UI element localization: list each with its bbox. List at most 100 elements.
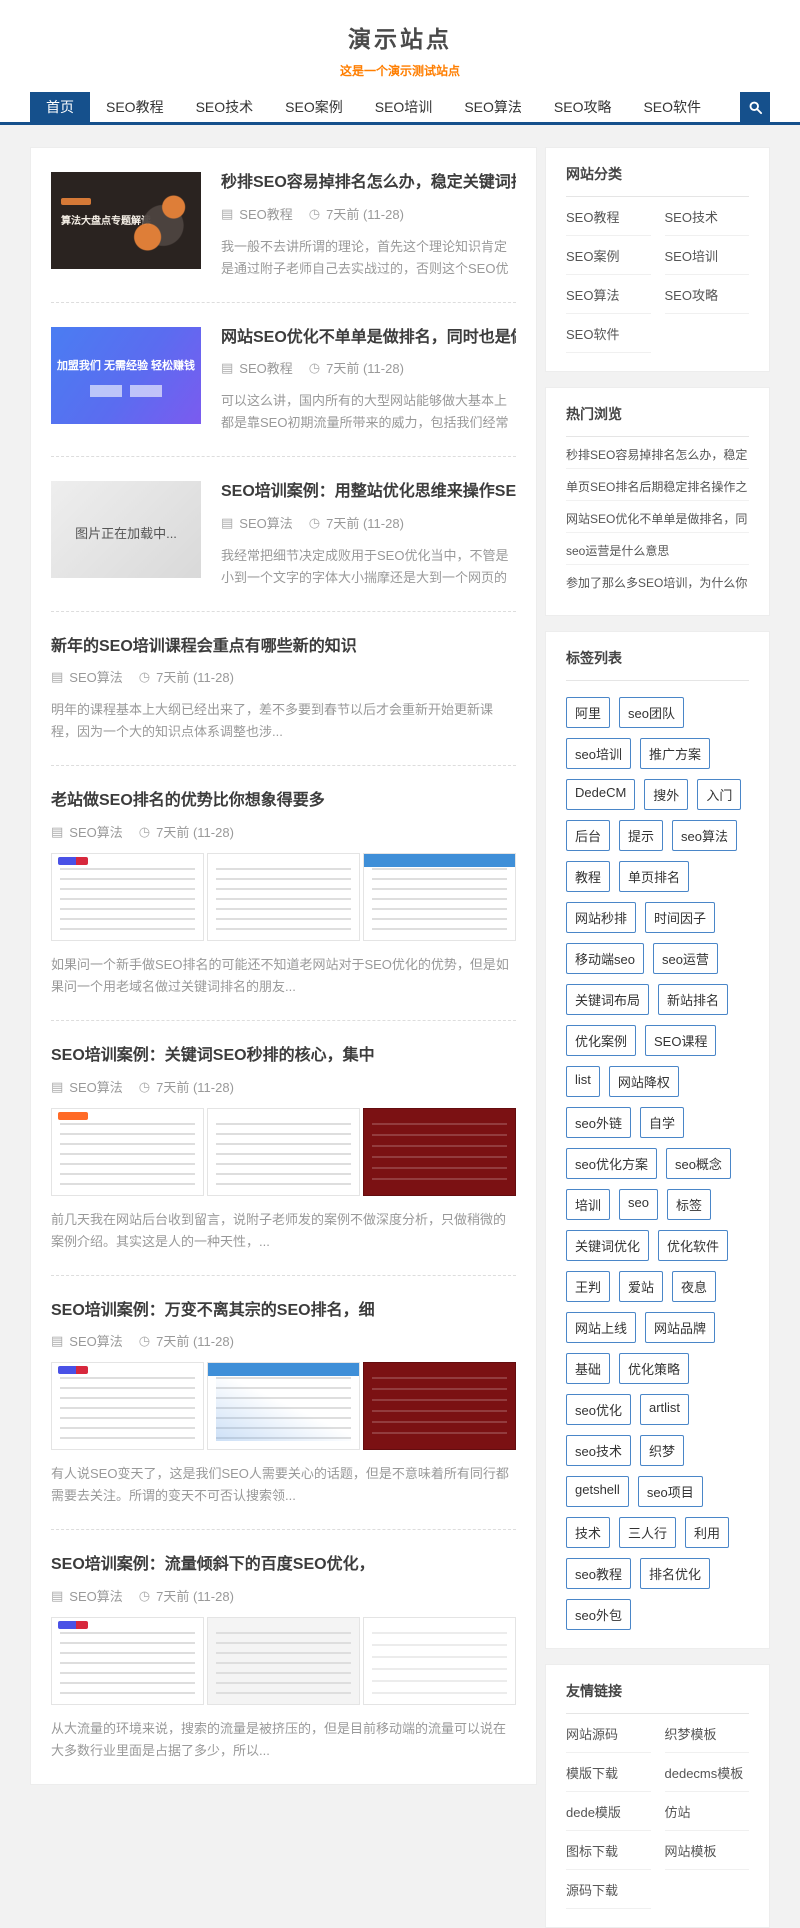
tag-link[interactable]: 单页排名 (619, 861, 689, 892)
category-link[interactable]: SEO算法 (566, 275, 651, 314)
search-button[interactable] (740, 92, 770, 122)
friend-link[interactable]: 网站源码 (566, 1714, 651, 1753)
friend-link[interactable]: dede模版 (566, 1792, 651, 1831)
tag-link[interactable]: seo外链 (566, 1107, 631, 1138)
tag-link[interactable]: seo优化方案 (566, 1148, 657, 1179)
tag-link[interactable]: 基础 (566, 1353, 610, 1384)
category-link[interactable]: SEO案例 (566, 236, 651, 275)
tag-link[interactable]: artlist (640, 1394, 689, 1425)
tag-link[interactable]: 阿里 (566, 697, 610, 728)
category-link[interactable]: SEO软件 (566, 314, 651, 353)
category-link[interactable]: SEO培训 (665, 236, 750, 275)
tag-link[interactable]: 爱站 (619, 1271, 663, 1302)
tag-link[interactable]: seo教程 (566, 1558, 631, 1589)
article-thumbnail[interactable]: 算法大盘点专题解读 (51, 172, 201, 269)
tag-link[interactable]: 夜息 (672, 1271, 716, 1302)
tag-link[interactable]: 关键词优化 (566, 1230, 649, 1261)
tag-link[interactable]: 优化案例 (566, 1025, 636, 1056)
nav-item[interactable]: SEO教程 (90, 92, 180, 122)
tag-link[interactable]: 关键词布局 (566, 984, 649, 1015)
article-category-link[interactable]: SEO算法 (69, 1331, 122, 1350)
tag-link[interactable]: 标签 (667, 1189, 711, 1220)
tag-link[interactable]: 优化软件 (658, 1230, 728, 1261)
nav-item[interactable]: 首页 (30, 92, 90, 122)
article-category-link[interactable]: SEO算法 (69, 822, 122, 841)
tag-link[interactable]: 提示 (619, 820, 663, 851)
article-category-link[interactable]: SEO算法 (239, 513, 292, 532)
nav-item[interactable]: SEO案例 (269, 92, 359, 122)
tag-link[interactable]: 新站排名 (658, 984, 728, 1015)
article-title[interactable]: SEO培训案例：关键词SEO秒排的核心，集中 (51, 1045, 516, 1067)
tag-link[interactable]: seo概念 (666, 1148, 731, 1179)
category-link[interactable]: SEO教程 (566, 197, 651, 236)
tag-link[interactable]: 王判 (566, 1271, 610, 1302)
tag-link[interactable]: 自学 (640, 1107, 684, 1138)
tag-link[interactable]: 利用 (685, 1517, 729, 1548)
tag-link[interactable]: seo培训 (566, 738, 631, 769)
article-title[interactable]: 网站SEO优化不单单是做排名，同时也是做 (221, 327, 516, 349)
tag-link[interactable]: 排名优化 (640, 1558, 710, 1589)
friend-link[interactable]: dedecms模板 (665, 1753, 750, 1792)
friend-link[interactable]: 仿站 (665, 1792, 750, 1831)
friend-link[interactable]: 源码下载 (566, 1870, 651, 1909)
site-title[interactable]: 演示站点 (0, 20, 800, 54)
tag-link[interactable]: SEO课程 (645, 1025, 716, 1056)
nav-item[interactable]: SEO软件 (627, 92, 717, 122)
nav-item[interactable]: SEO培训 (359, 92, 449, 122)
hot-article-link[interactable]: 单页SEO排名后期稳定排名操作之长 (566, 469, 749, 501)
hot-article-link[interactable]: 秒排SEO容易掉排名怎么办，稳定关 (566, 437, 749, 469)
tag-link[interactable]: 织梦 (640, 1435, 684, 1466)
nav-item[interactable]: SEO算法 (448, 92, 538, 122)
friend-link[interactable]: 网站模板 (665, 1831, 750, 1870)
tag-link[interactable]: 三人行 (619, 1517, 676, 1548)
article-title[interactable]: 秒排SEO容易掉排名怎么办，稳定关键词排 (221, 172, 516, 194)
tag-link[interactable]: 后台 (566, 820, 610, 851)
tag-link[interactable]: seo优化 (566, 1394, 631, 1425)
article-title[interactable]: 老站做SEO排名的优势比你想象得要多 (51, 790, 516, 812)
article-category-link[interactable]: SEO教程 (239, 204, 292, 223)
tag-link[interactable]: seo (619, 1189, 658, 1220)
tag-link[interactable]: 网站品牌 (645, 1312, 715, 1343)
article-title[interactable]: SEO培训案例：流量倾斜下的百度SEO优化， (51, 1554, 516, 1576)
tag-link[interactable]: seo运营 (653, 943, 718, 974)
tag-link[interactable]: seo技术 (566, 1435, 631, 1466)
article-thumbnail[interactable]: 图片正在加载中... (51, 481, 201, 578)
tag-link[interactable]: DedeCM (566, 779, 635, 810)
tag-link[interactable]: 推广方案 (640, 738, 710, 769)
tag-link[interactable]: 优化策略 (619, 1353, 689, 1384)
article-category-link[interactable]: SEO算法 (69, 667, 122, 686)
category-link[interactable]: SEO技术 (665, 197, 750, 236)
article-title[interactable]: SEO培训案例：用整站优化思维来操作SEO首 (221, 481, 516, 503)
tag-link[interactable]: 入门 (697, 779, 741, 810)
hot-article-link[interactable]: 参加了那么多SEO培训，为什么你还 (566, 565, 749, 597)
tag-link[interactable]: 网站秒排 (566, 902, 636, 933)
hot-article-link[interactable]: 网站SEO优化不单单是做排名，同时 (566, 501, 749, 533)
tag-link[interactable]: getshell (566, 1476, 629, 1507)
tag-link[interactable]: seo外包 (566, 1599, 631, 1630)
article-title[interactable]: SEO培训案例：万变不离其宗的SEO排名，细 (51, 1300, 516, 1322)
nav-item[interactable]: SEO攻略 (538, 92, 628, 122)
tag-link[interactable]: seo算法 (672, 820, 737, 851)
tag-link[interactable]: list (566, 1066, 600, 1097)
category-link[interactable]: SEO攻略 (665, 275, 750, 314)
tag-link[interactable]: 时间因子 (645, 902, 715, 933)
tag-link[interactable]: 培训 (566, 1189, 610, 1220)
tag-link[interactable]: 网站降权 (609, 1066, 679, 1097)
tag-link[interactable]: 教程 (566, 861, 610, 892)
tag-link[interactable]: 技术 (566, 1517, 610, 1548)
article-title[interactable]: 新年的SEO培训课程会重点有哪些新的知识 (51, 636, 516, 658)
friend-link[interactable]: 模版下载 (566, 1753, 651, 1792)
friend-link[interactable]: 织梦模板 (665, 1714, 750, 1753)
article-thumbnail[interactable]: 加盟我们 无需经验 轻松赚钱 (51, 327, 201, 424)
tag-link[interactable]: seo项目 (638, 1476, 703, 1507)
nav-item[interactable]: SEO技术 (180, 92, 270, 122)
tag-link[interactable]: 搜外 (644, 779, 688, 810)
article-category-link[interactable]: SEO算法 (69, 1586, 122, 1605)
article-category-link[interactable]: SEO算法 (69, 1077, 122, 1096)
tag-link[interactable]: 移动端seo (566, 943, 644, 974)
friend-link[interactable]: 图标下载 (566, 1831, 651, 1870)
hot-article-link[interactable]: seo运营是什么意思 (566, 533, 749, 565)
article-category-link[interactable]: SEO教程 (239, 358, 292, 377)
tag-link[interactable]: seo团队 (619, 697, 684, 728)
tag-link[interactable]: 网站上线 (566, 1312, 636, 1343)
